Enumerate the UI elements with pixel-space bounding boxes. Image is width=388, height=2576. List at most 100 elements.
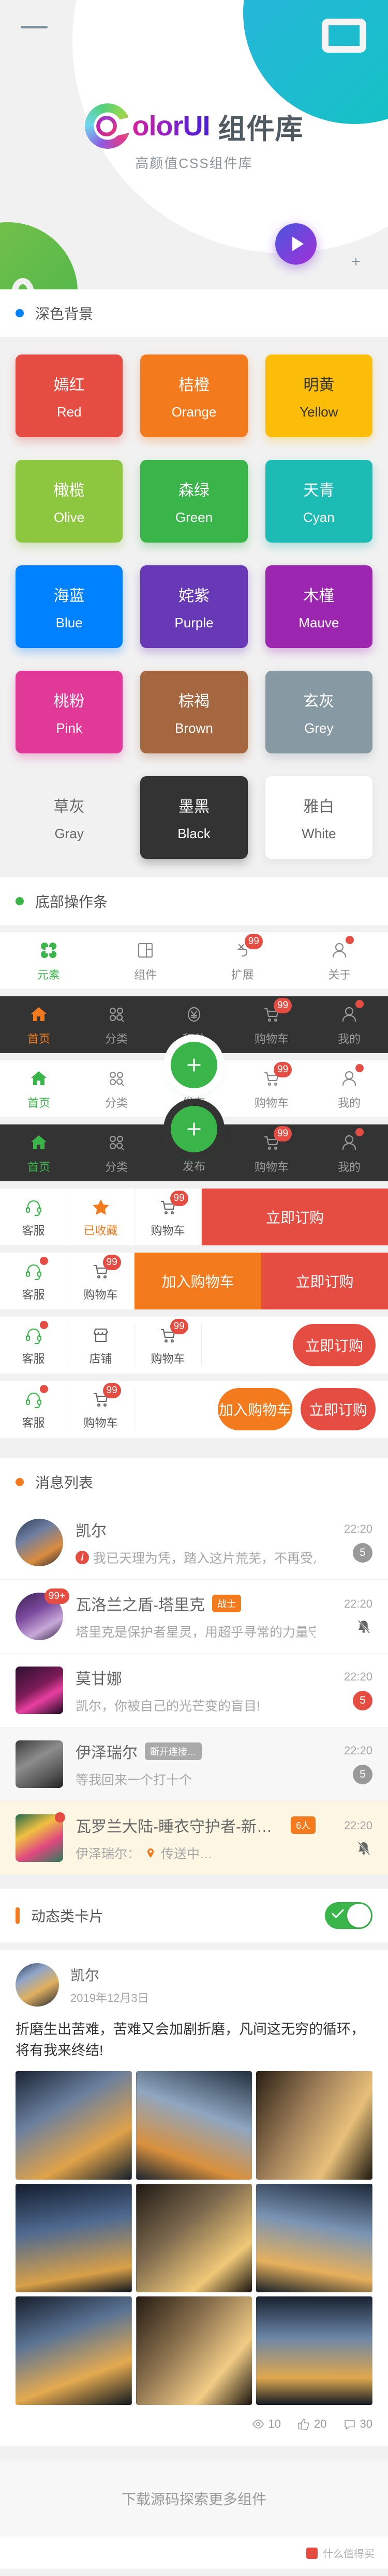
dynamic-card: 凯尔 2019年12月3日 折磨生出苦难，苦难又会加剧折磨，凡间这无穷的循环，将… (0, 1950, 388, 2446)
action-headset[interactable]: 客服 (0, 1253, 67, 1309)
dynamic-card-image[interactable] (16, 2296, 132, 2405)
star-filled-icon (89, 1196, 112, 1218)
tab-elements[interactable]: 元素 (0, 939, 97, 982)
dynamic-card-image[interactable] (16, 2184, 132, 2292)
color-card[interactable]: 明黄 Yellow (265, 354, 372, 437)
plus-icon[interactable]: + (349, 254, 363, 270)
home-icon (27, 1003, 50, 1026)
dynamic-card-image[interactable] (256, 2071, 372, 2180)
comment-icon (344, 2418, 356, 2430)
download-source-cta[interactable]: 下载源码探索更多组件 (0, 2460, 388, 2537)
color-card[interactable]: 草灰 Gray (16, 776, 123, 859)
button-add-to-cart[interactable]: 加入购物车 (135, 1253, 261, 1309)
cart-icon: 99 (89, 1255, 121, 1283)
action-headset[interactable]: 客服 (0, 1321, 67, 1366)
color-card[interactable]: 橄榄 Olive (16, 460, 123, 543)
tab-category[interactable]: 分类 (78, 1067, 155, 1110)
color-card[interactable]: 森绿 Green (140, 460, 248, 543)
action-cart[interactable]: 99 购物车 (67, 1383, 135, 1430)
message-list-item[interactable]: 凯尔 i 我已天理为凭，踏入这片荒芜，不再受凡人… 22:20 5 (0, 1506, 388, 1580)
user-icon (338, 1064, 364, 1090)
action-headset[interactable]: 客服 (0, 1189, 67, 1245)
tab-cart[interactable]: 99 购物车 (233, 1126, 310, 1175)
button-order-now[interactable]: 立即订购 (261, 1253, 388, 1309)
tab-coin[interactable]: 积分 (155, 1003, 233, 1046)
dynamic-card-image[interactable] (256, 2296, 372, 2405)
color-name-cn: 墨黑 (178, 798, 210, 815)
message-list-item[interactable]: 莫甘娜 凯尔，你被自己的光芒变的盲目! 22:20 5 (0, 1654, 388, 1727)
color-card[interactable]: 墨黑 Black (140, 776, 248, 859)
message-list-item[interactable]: 瓦罗兰大陆-睡衣守护者-新手保… 6人 伊泽瑞尔： 传送中… 22:20 (0, 1801, 388, 1875)
tab-user[interactable]: 我的 (310, 1000, 388, 1046)
color-card[interactable]: 天青 Cyan (265, 460, 372, 543)
tab-user[interactable]: 我的 (310, 1064, 388, 1110)
publish-fab-button[interactable] (171, 1106, 217, 1152)
color-card[interactable]: 嫣红 Red (16, 354, 123, 437)
button-order-now[interactable]: 立即订购 (301, 1388, 376, 1430)
tab-label: 分类 (105, 1097, 128, 1109)
tab-home[interactable]: 首页 (0, 1067, 78, 1110)
avatar[interactable] (16, 1667, 63, 1714)
color-card[interactable]: 棕褐 Brown (140, 671, 248, 753)
message-list-item[interactable]: 伊泽瑞尔 断开连接… 等我回来一个打十个 22:20 5 (0, 1727, 388, 1801)
tab-user[interactable]: 我的 (310, 1128, 388, 1175)
color-card[interactable]: 桔橙 Orange (140, 354, 248, 437)
color-card[interactable]: 姹紫 Purple (140, 565, 248, 648)
color-card[interactable]: 海蓝 Blue (16, 565, 123, 648)
color-card[interactable]: 桃粉 Pink (16, 671, 123, 753)
action-label: 客服 (22, 1288, 45, 1301)
color-card[interactable]: 玄灰 Grey (265, 671, 372, 753)
dynamic-card-image[interactable] (136, 2296, 252, 2405)
play-button[interactable] (275, 223, 317, 265)
tab-components[interactable]: 组件 (97, 939, 195, 982)
publish-fab-button[interactable] (171, 1042, 217, 1088)
notification-dot-badge (39, 1257, 48, 1265)
message-time: 22:20 (344, 1670, 372, 1683)
action-cart[interactable]: 99 购物车 (135, 1319, 202, 1366)
avatar[interactable] (16, 1963, 59, 2007)
notification-count-badge: 99 (274, 998, 292, 1013)
headset-icon (22, 1257, 48, 1283)
message-desc-text: 等我回来一个打十个 (76, 1773, 192, 1787)
color-card[interactable]: 木槿 Mauve (265, 565, 372, 648)
tab-category[interactable]: 分类 (78, 1003, 155, 1046)
tab-plugin[interactable]: 99 扩展 (194, 934, 291, 982)
stat-comment[interactable]: 30 (344, 2417, 372, 2431)
action-cart[interactable]: 99 购物车 (135, 1189, 202, 1245)
action-headset[interactable]: 客服 (0, 1385, 67, 1430)
avatar[interactable] (16, 1740, 63, 1788)
action-cart[interactable]: 99 购物车 (67, 1253, 135, 1309)
dynamic-card-image[interactable] (256, 2184, 372, 2292)
dynamic-card-image[interactable] (136, 2184, 252, 2292)
notification-count-badge: 99 (244, 934, 263, 949)
message-list-item[interactable]: 99+ 瓦洛兰之盾-塔里克战士塔里克是保护者星灵，用超乎寻常的力量守护… 22:20 (0, 1580, 388, 1654)
tab-home[interactable]: 首页 (0, 1003, 78, 1046)
avatar[interactable] (16, 1519, 63, 1566)
button-order-now[interactable]: 立即订购 (202, 1189, 388, 1245)
stat-thumb-up[interactable]: 20 (297, 2417, 327, 2431)
button-order-now[interactable]: 立即订购 (293, 1324, 376, 1366)
action-shop[interactable]: 店铺 (67, 1324, 135, 1366)
stat-eye[interactable]: 10 (252, 2417, 281, 2431)
tab-cart[interactable]: 99 购物车 (233, 1062, 310, 1110)
action-star-filled[interactable]: 已收藏 (67, 1189, 135, 1245)
action-bar: 客服 已收藏 99 购物车 立即订购 (0, 1189, 388, 1245)
dynamic-card-image[interactable] (16, 2071, 132, 2180)
color-name-cn: 姹紫 (178, 587, 210, 605)
color-card[interactable]: 雅白 White (265, 776, 372, 859)
dynamic-card-text: 折磨生出苦难，苦难又会加剧折磨，凡间这无穷的循环，将有我来终结! (16, 2022, 365, 2058)
action-bar: 客服 店铺 99 购物车 立即订购 (0, 1317, 388, 1374)
avatar[interactable] (16, 1814, 63, 1862)
tab-category[interactable]: 分类 (78, 1131, 155, 1175)
tab-publish[interactable]: 发布 (155, 1106, 233, 1181)
color-name-en: Gray (54, 825, 84, 841)
tab-home[interactable]: 首页 (0, 1131, 78, 1175)
cart-icon: 99 (260, 1062, 292, 1090)
tab-user[interactable]: 关于 (291, 936, 388, 982)
tab-cart[interactable]: 99 购物车 (233, 998, 310, 1046)
dynamic-card-image[interactable] (136, 2071, 252, 2180)
unread-count: 5 (353, 1691, 372, 1710)
button-add-to-cart[interactable]: 加入购物车 (217, 1388, 293, 1430)
tab-label: 购物车 (254, 1097, 289, 1109)
dynamic-card-toggle[interactable] (325, 1902, 372, 1929)
